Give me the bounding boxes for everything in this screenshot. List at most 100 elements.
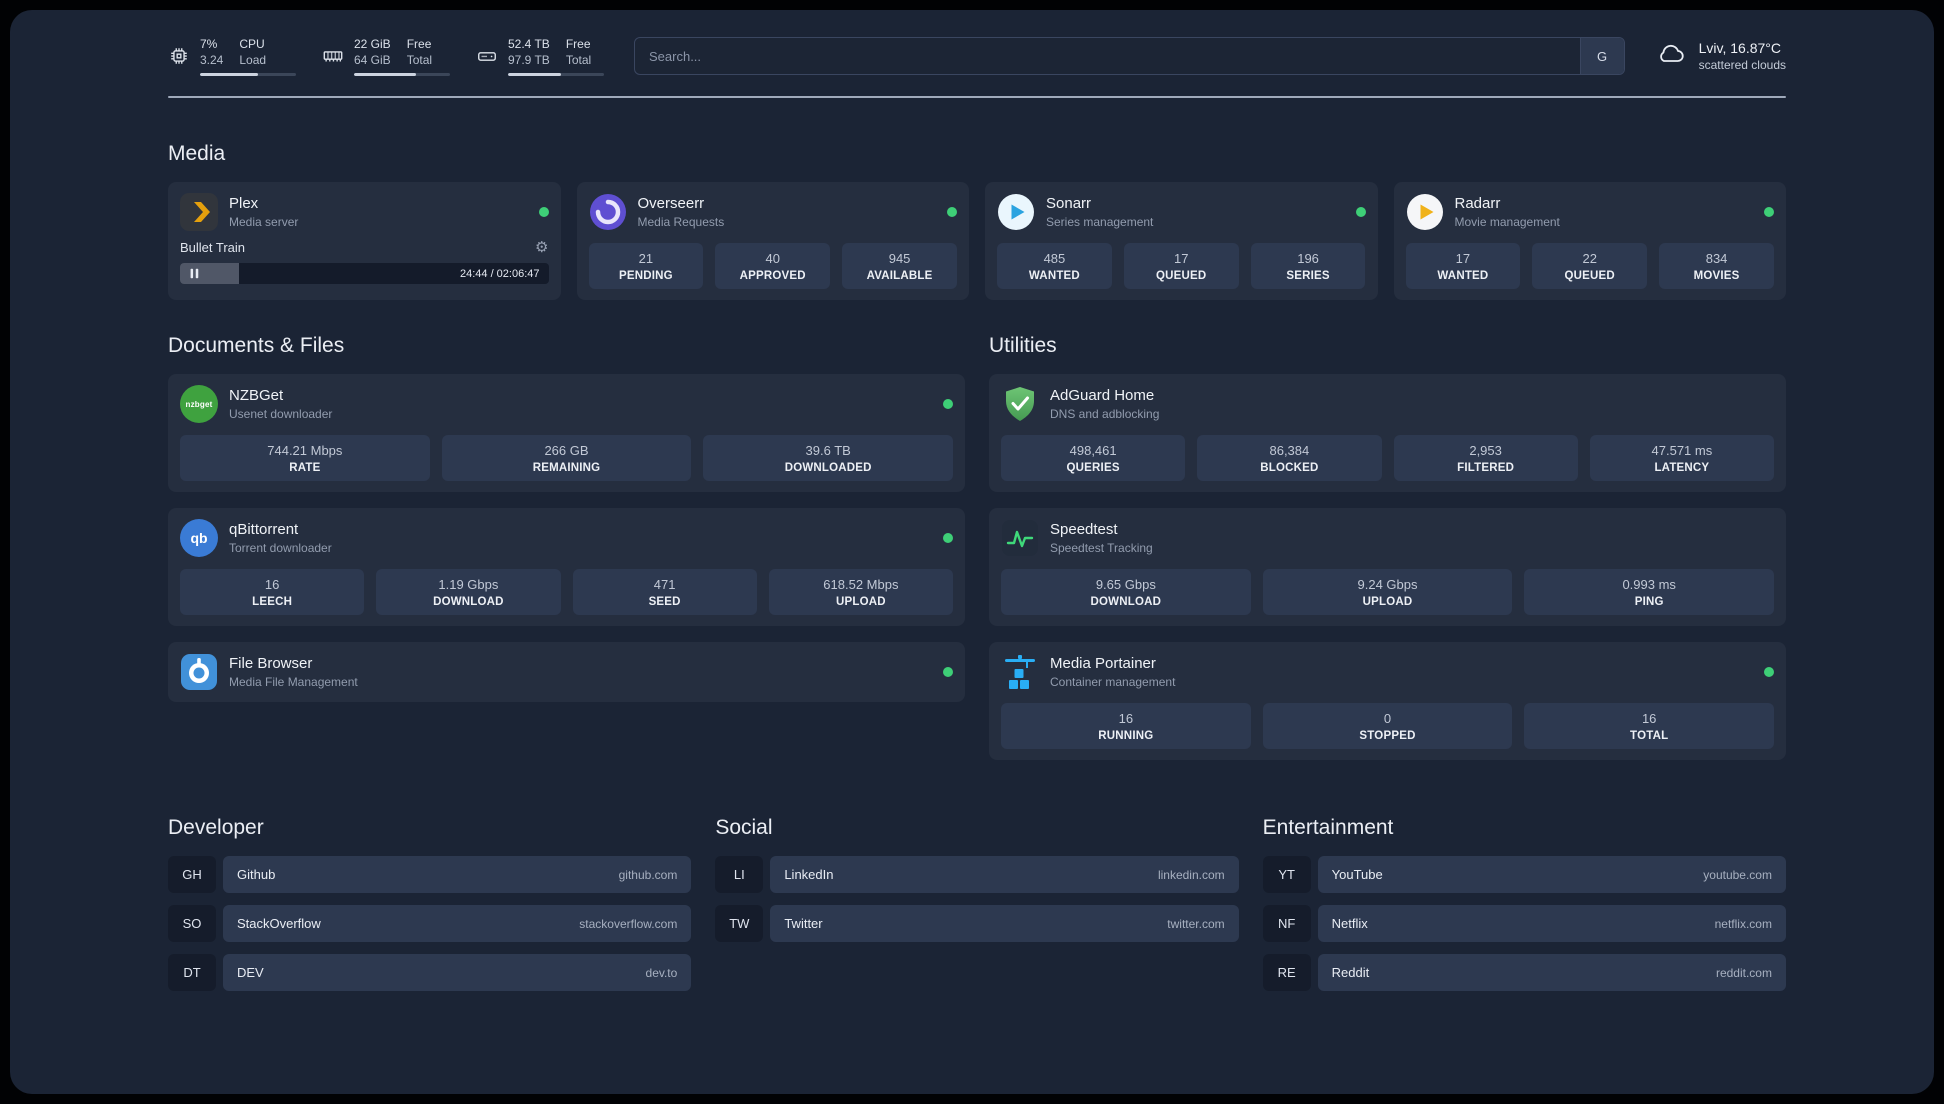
- section-title-utilities: Utilities: [989, 334, 1057, 358]
- app-name: qBittorrent: [229, 521, 299, 539]
- bookmark-stackoverflow[interactable]: SO StackOverflow stackoverflow.com: [168, 905, 692, 943]
- app-name: AdGuard Home: [1050, 387, 1155, 405]
- search-box: G: [634, 37, 1625, 76]
- disk-total-value: 97.9 TB: [508, 53, 550, 68]
- bookmark-name: DEV: [237, 965, 264, 981]
- app-name: Overseerr: [637, 195, 705, 213]
- disk-label: Free: [565, 37, 591, 51]
- cpu-usage-widget: 7% 3.24 CPU Load: [168, 36, 296, 77]
- bookmark-url: linkedin.com: [1157, 867, 1225, 882]
- stat-filtered: 2,953 FILTERED: [1393, 435, 1578, 482]
- bookmark-name: Twitter: [784, 916, 823, 932]
- stat-download: 1.19 Gbps DOWNLOAD: [376, 569, 561, 616]
- ram-total-value: 64 GiB: [354, 53, 391, 68]
- app-card-filebrowser[interactable]: File Browser Media File Management: [168, 642, 965, 703]
- ram-sublabel: Total: [406, 53, 433, 68]
- bookmark-name: Reddit: [1331, 965, 1370, 981]
- app-name: Media Portainer: [1050, 655, 1156, 673]
- speedtest-icon: [1001, 519, 1039, 557]
- search-engine-button[interactable]: G: [1579, 38, 1624, 75]
- bookmark-reddit[interactable]: RE Reddit reddit.com: [1262, 954, 1786, 992]
- stat-queued: 17 QUEUED: [1123, 243, 1239, 290]
- disk-sublabel: Total: [565, 53, 592, 68]
- pause-icon[interactable]: [189, 268, 200, 279]
- app-card-speedtest[interactable]: Speedtest Speedtest Tracking 9.65 Gbps D…: [989, 508, 1786, 627]
- app-card-sonarr[interactable]: Sonarr Series management 485 WANTED 17 Q…: [985, 182, 1378, 301]
- stat-ping: 0.993 ms PING: [1524, 569, 1775, 616]
- stat-available: 945 AVAILABLE: [842, 243, 957, 290]
- disk-progress-bar: [508, 73, 604, 77]
- stat-upload: 618.52 Mbps UPLOAD: [768, 569, 953, 616]
- bookmark-url: youtube.com: [1703, 867, 1772, 882]
- stat-running: 16 RUNNING: [1001, 703, 1251, 750]
- section-title-developer: Developer: [168, 816, 264, 840]
- app-card-nzbget[interactable]: nzbget NZBGet Usenet downloader 744.21 M…: [168, 374, 965, 493]
- app-card-adguard[interactable]: AdGuard Home DNS and adblocking 498,461 …: [989, 374, 1786, 493]
- top-bar: 7% 3.24 CPU Load 22 GiB 64 GiB Free Tota…: [168, 36, 1786, 77]
- playback-time: 24:44 / 02:06:47: [459, 267, 540, 280]
- stat-queued: 22 QUEUED: [1532, 243, 1648, 290]
- app-name: Radarr: [1454, 195, 1501, 213]
- stat-latency: 47.571 ms LATENCY: [1589, 435, 1774, 482]
- weather-widget: Lviv, 16.87°C scattered clouds: [1655, 38, 1786, 75]
- bookmark-name: Github: [237, 867, 276, 883]
- ram-usage-widget: 22 GiB 64 GiB Free Total: [322, 36, 450, 77]
- sonarr-icon: [997, 193, 1035, 231]
- app-card-radarr[interactable]: Radarr Movie management 17 WANTED 22 QUE…: [1393, 182, 1786, 301]
- app-card-overseerr[interactable]: Overseerr Media Requests 21 PENDING 40 A…: [576, 182, 969, 301]
- search-input[interactable]: [634, 37, 1625, 76]
- bookmark-abbr: YT: [1262, 856, 1311, 894]
- status-dot: [947, 207, 957, 218]
- settings-gear-icon[interactable]: ⚙: [535, 240, 548, 255]
- app-desc: Torrent downloader: [229, 541, 332, 556]
- app-card-qbittorrent[interactable]: qb qBittorrent Torrent downloader 16 LEE…: [168, 508, 965, 627]
- bookmark-dev[interactable]: DT DEV dev.to: [168, 954, 692, 992]
- section-media: Media Plex Media server Bullet Train ⚙ 2…: [168, 142, 1786, 301]
- stat-wanted: 485 WANTED: [997, 243, 1112, 290]
- status-dot: [943, 667, 953, 678]
- section-title-entertainment: Entertainment: [1262, 816, 1394, 840]
- cpu-icon: [168, 45, 190, 67]
- section-title-documents: Documents & Files: [168, 334, 345, 358]
- bookmark-linkedin[interactable]: LI LinkedIn linkedin.com: [715, 856, 1239, 894]
- bookmark-netflix[interactable]: NF Netflix netflix.com: [1262, 905, 1786, 943]
- qbittorrent-icon: qb: [180, 519, 218, 558]
- bookmark-twitter[interactable]: TW Twitter twitter.com: [715, 905, 1239, 943]
- app-desc: Usenet downloader: [229, 407, 333, 422]
- bookmark-abbr: DT: [168, 954, 216, 992]
- section-title-social: Social: [715, 816, 773, 840]
- section-social: Social LI LinkedIn linkedin.com TW Twitt…: [715, 816, 1239, 1003]
- disk-usage-widget: 52.4 TB 97.9 TB Free Total: [476, 36, 604, 77]
- bookmark-name: StackOverflow: [237, 916, 321, 932]
- section-documents: Documents & Files nzbget NZBGet Usenet d…: [168, 334, 965, 760]
- stat-movies: 834 MOVIES: [1659, 243, 1774, 290]
- cpu-sublabel: Load: [239, 53, 267, 68]
- bookmark-url: twitter.com: [1167, 916, 1225, 931]
- cloud-icon: [1655, 38, 1687, 75]
- bookmark-url: github.com: [618, 867, 678, 882]
- bookmark-abbr: SO: [168, 905, 216, 943]
- adguard-icon: [1001, 385, 1039, 423]
- bookmark-url: netflix.com: [1714, 916, 1772, 931]
- stat-downloaded: 39.6 TB DOWNLOADED: [703, 435, 954, 482]
- bookmark-github[interactable]: GH Github github.com: [168, 856, 692, 894]
- bookmark-youtube[interactable]: YT YouTube youtube.com: [1262, 856, 1786, 894]
- topbar-divider: [168, 96, 1786, 99]
- app-card-plex[interactable]: Plex Media server Bullet Train ⚙ 24:44 /…: [168, 182, 561, 301]
- app-desc: Media Requests: [637, 215, 725, 230]
- bookmark-name: LinkedIn: [784, 867, 834, 883]
- app-card-portainer[interactable]: Media Portainer Container management 16 …: [989, 642, 1786, 761]
- cpu-load-value: 3.24: [200, 53, 224, 68]
- bookmark-abbr: GH: [168, 856, 216, 894]
- stat-download: 9.65 Gbps DOWNLOAD: [1001, 569, 1251, 616]
- weather-location: Lviv, 16.87°C: [1698, 40, 1781, 57]
- app-desc: Series management: [1046, 215, 1154, 230]
- seek-bar[interactable]: 24:44 / 02:06:47: [180, 263, 549, 285]
- app-name: File Browser: [229, 655, 313, 673]
- app-desc: Movie management: [1454, 215, 1560, 230]
- weather-condition: scattered clouds: [1698, 58, 1786, 73]
- stat-wanted: 17 WANTED: [1405, 243, 1521, 290]
- ram-icon: [322, 45, 344, 67]
- stat-seed: 471 SEED: [572, 569, 757, 616]
- cpu-progress-fill: [200, 73, 258, 77]
